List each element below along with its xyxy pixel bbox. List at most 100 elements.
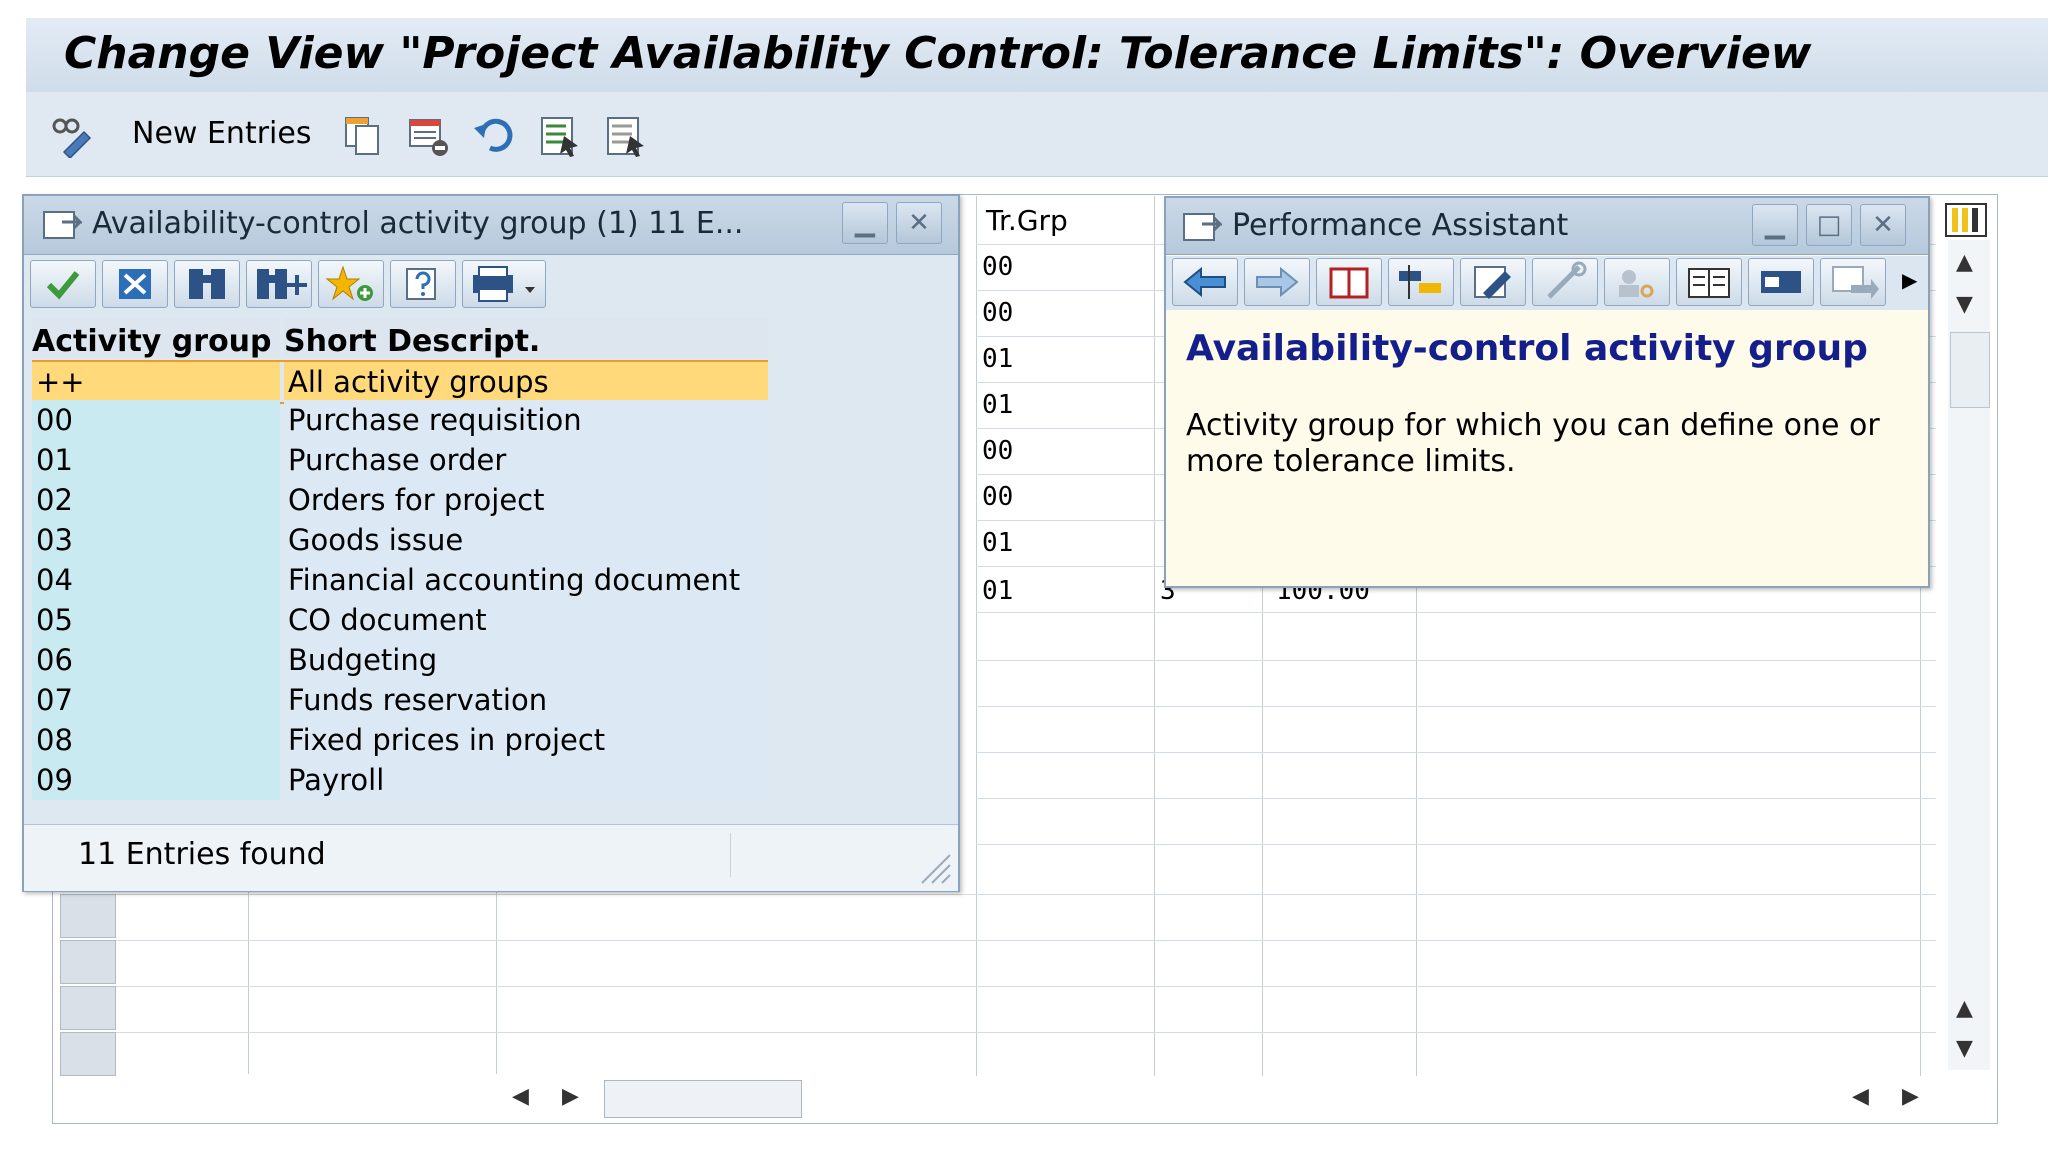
row-selector[interactable] <box>60 986 116 1030</box>
activity-group-desc: Financial accounting document <box>284 560 768 600</box>
horizontal-scroll-thumb[interactable] <box>604 1080 802 1118</box>
minimize-button[interactable]: ▁ <box>1752 204 1798 246</box>
help-button[interactable] <box>390 260 456 308</box>
scroll-up-icon[interactable]: ▲ <box>1956 996 1973 1021</box>
add-favorite-button[interactable] <box>318 260 384 308</box>
find-next-button[interactable] <box>246 260 312 308</box>
table-cell[interactable]: 01 <box>982 390 1013 420</box>
table-row[interactable]: 01 Purchase order <box>32 440 768 480</box>
table-cell[interactable]: 01 <box>982 528 1013 558</box>
scroll-left-icon[interactable]: ◀ <box>512 1084 529 1109</box>
table-row[interactable]: 05 CO document <box>32 600 768 640</box>
binoculars-icon <box>189 269 225 299</box>
activity-group-desc: Payroll <box>284 760 768 800</box>
delete-icon[interactable] <box>406 114 450 158</box>
dialog-title: Performance Assistant <box>1232 208 1569 243</box>
glossary-button[interactable] <box>1676 258 1742 306</box>
dialog-toolbar <box>30 258 950 310</box>
minimize-button[interactable]: ▁ <box>842 202 888 244</box>
deselect-all-icon[interactable] <box>604 114 648 158</box>
activity-group-key: 03 <box>32 520 280 560</box>
application-toolbar: New Entries <box>26 92 2048 177</box>
user-key-icon <box>1619 270 1654 298</box>
display-change-icon[interactable] <box>50 114 94 158</box>
row-selector[interactable] <box>60 1032 116 1076</box>
table-row[interactable]: 00 Purchase requisition <box>32 400 768 440</box>
pencil-icon <box>1474 266 1511 299</box>
table-row[interactable]: 02 Orders for project <box>32 480 768 520</box>
column-header-trgrp[interactable]: Tr.Grp <box>986 204 1068 237</box>
table-row[interactable]: 09 Payroll <box>32 760 768 800</box>
cancel-button[interactable] <box>102 260 168 308</box>
performance-assistant-dialog: Performance Assistant ▁ □ ✕ ▶ Availabili… <box>1164 196 1930 588</box>
table-row[interactable]: 03 Goods issue <box>32 520 768 560</box>
tools-icon <box>1547 261 1587 299</box>
table-row[interactable]: 08 Fixed prices in project <box>32 720 768 760</box>
dialog-title: Availability-control activity group (1) … <box>92 206 744 241</box>
table-row[interactable]: ++ All activity groups <box>32 360 768 404</box>
activity-group-desc: Funds reservation <box>284 680 768 720</box>
dialog-icon <box>1183 213 1222 241</box>
technical-info-icon <box>1399 265 1441 299</box>
activity-group-key: ++ <box>32 362 280 402</box>
window-dock-icon <box>1761 271 1801 293</box>
arrow-right-icon <box>1256 266 1299 298</box>
forward-button[interactable] <box>1244 258 1310 306</box>
page-title: Change View "Project Availability Contro… <box>64 28 1812 79</box>
back-button[interactable] <box>1172 258 1238 306</box>
dialog-title-bar[interactable]: Availability-control activity group (1) … <box>24 196 958 255</box>
title-bar: Change View "Project Availability Contro… <box>26 18 2048 93</box>
resize-grip-icon[interactable] <box>916 849 952 885</box>
table-cell[interactable]: 01 <box>982 344 1013 374</box>
table-row[interactable]: 07 Funds reservation <box>32 680 768 720</box>
checkmark-icon <box>46 271 80 300</box>
table-cell[interactable]: 00 <box>982 482 1013 512</box>
dialog-icon <box>43 211 82 239</box>
scroll-right-icon[interactable]: ▶ <box>1902 1084 1919 1109</box>
value-help-table: Activity group Short Descript. ++ All ac… <box>32 318 768 818</box>
user-settings-button[interactable] <box>1604 258 1670 306</box>
close-button[interactable]: ✕ <box>896 202 942 244</box>
undo-icon[interactable] <box>472 114 516 158</box>
table-cell[interactable]: 01 <box>982 576 1013 606</box>
activity-group-desc: Goods issue <box>284 520 768 560</box>
dock-button[interactable] <box>1748 258 1814 306</box>
cancel-icon <box>119 269 151 299</box>
scroll-up-icon[interactable]: ▲ <box>1956 250 1973 275</box>
row-selector[interactable] <box>60 940 116 984</box>
table-cell[interactable]: 00 <box>982 298 1013 328</box>
toolbar-overflow-icon[interactable]: ▶ <box>1902 268 1917 292</box>
activity-group-key: 00 <box>32 400 280 440</box>
print-button[interactable] <box>462 260 546 308</box>
edit-button[interactable] <box>1460 258 1526 306</box>
activity-group-key: 05 <box>32 600 280 640</box>
application-help-button[interactable] <box>1316 258 1382 306</box>
scroll-right-icon[interactable]: ▶ <box>562 1084 579 1109</box>
new-entries-button[interactable]: New Entries <box>132 116 311 151</box>
close-button[interactable]: ✕ <box>1860 204 1906 246</box>
entries-found-text: 11 Entries found <box>78 837 326 872</box>
scroll-down-icon[interactable]: ▼ <box>1956 292 1973 317</box>
row-selector[interactable] <box>60 894 116 938</box>
table-row[interactable]: 06 Budgeting <box>32 640 768 680</box>
scroll-down-icon[interactable]: ▼ <box>1956 1036 1973 1061</box>
export-button[interactable] <box>1820 258 1886 306</box>
column-header-activity-group[interactable]: Activity group <box>32 318 280 359</box>
find-button[interactable] <box>174 260 240 308</box>
select-all-icon[interactable] <box>538 114 582 158</box>
activity-group-desc: Purchase order <box>284 440 768 480</box>
vertical-scroll-thumb[interactable] <box>1950 332 1990 408</box>
column-header-short-description[interactable]: Short Descript. <box>284 318 768 359</box>
table-cell[interactable]: 00 <box>982 436 1013 466</box>
settings-button[interactable] <box>1532 258 1598 306</box>
dialog-title-bar[interactable]: Performance Assistant ▁ □ ✕ <box>1166 198 1928 255</box>
column-settings-icon[interactable] <box>1944 202 1988 238</box>
confirm-button[interactable] <box>30 260 96 308</box>
scroll-left-icon[interactable]: ◀ <box>1852 1084 1869 1109</box>
copy-icon[interactable] <box>340 114 384 158</box>
maximize-button[interactable]: □ <box>1806 204 1852 246</box>
table-cell[interactable]: 00 <box>982 252 1013 282</box>
table-row[interactable]: 04 Financial accounting document <box>32 560 768 600</box>
technical-info-button[interactable] <box>1388 258 1454 306</box>
activity-group-desc: Orders for project <box>284 480 768 520</box>
